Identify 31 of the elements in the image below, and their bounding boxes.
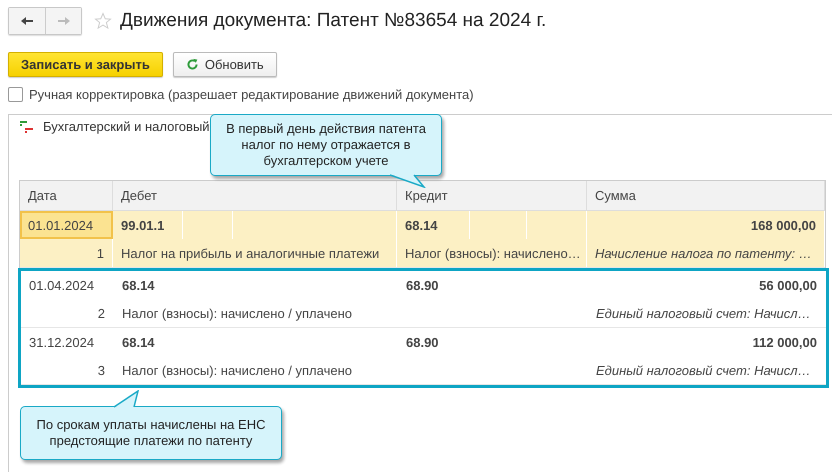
credit-cell: 68.14 xyxy=(397,211,470,239)
credit-description: Налог (взносы): начислено… xyxy=(397,239,587,267)
row-number: 1 xyxy=(20,239,113,267)
star-icon[interactable] xyxy=(94,12,112,30)
date-cell: 01.01.2024 xyxy=(20,211,113,239)
checkbox-label: Ручная корректировка (разрешает редактирование движений документа) xyxy=(29,87,474,102)
callout: По срокам уплаты начислены на ЕНС предстоящие платежи по патенту xyxy=(20,406,282,460)
column-header[interactable]: Дебет xyxy=(113,181,397,211)
window-title: Движения документа: Патент №83654 на 2024 г. xyxy=(120,10,546,32)
debit-description: Налог на прибыль и аналогичные платежи xyxy=(113,239,397,267)
callout-pointer xyxy=(390,174,426,188)
table-cell xyxy=(470,211,527,239)
back-arrow-icon xyxy=(20,16,34,26)
column-header[interactable]: Дата xyxy=(20,181,113,211)
callout-pointer xyxy=(112,390,142,408)
column-header[interactable]: Сумма xyxy=(587,181,825,211)
debit-credit-icon xyxy=(19,120,35,134)
back-button[interactable] xyxy=(9,8,45,34)
column-header[interactable]: Кредит xyxy=(397,181,587,211)
table-cell xyxy=(527,211,587,239)
sum-cell: 168 000,00 xyxy=(587,211,825,239)
tab[interactable]: Бухгалтерский и налоговый xyxy=(43,119,210,134)
refresh-icon xyxy=(186,58,199,71)
debit-cell: 99.01.1 xyxy=(113,211,183,239)
forward-arrow-icon xyxy=(56,16,70,26)
table-cell xyxy=(183,211,233,239)
table-row[interactable]: 01.01.2024 99.01.1 68.14 168 000,00 1 Налог на прибыль и аналогичные платежи Налог (взносы): начислено… Начисление налога по патенту: … xyxy=(20,211,825,268)
checkbox[interactable] xyxy=(8,87,23,102)
save-and-close-button[interactable]: Записать и закрыть xyxy=(8,52,163,77)
sum-description: Начисление налога по патенту: … xyxy=(587,239,825,267)
refresh-button[interactable]: Обновить xyxy=(172,52,277,77)
